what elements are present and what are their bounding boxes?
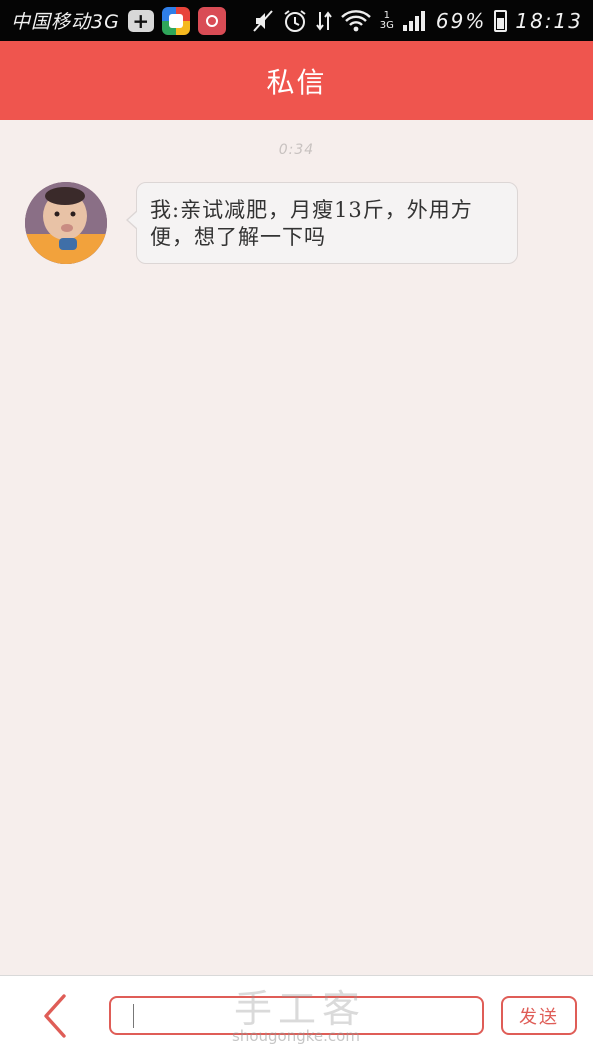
alarm-icon [282, 8, 308, 34]
app-icon [161, 6, 190, 35]
sim-label: 1 [383, 9, 391, 21]
send-button[interactable]: 发送 [501, 996, 577, 1035]
input-bar: 发送 手工客 shougongke.com [0, 975, 593, 1054]
status-bar: 中国移动3G + 1 3G 69% 18:13 [0, 0, 593, 41]
message-input[interactable] [109, 996, 484, 1035]
signal-icon [402, 9, 428, 33]
message-text: 我:亲试减肥，月瘦13斤，外用方便，想了解一下吗 [150, 198, 473, 249]
data-transfer-icon [315, 10, 332, 32]
message-timestamp: 0:34 [278, 142, 315, 158]
clock: 18:13 [515, 8, 583, 33]
battery-icon [494, 9, 508, 32]
status-bar-right: 1 3G 69% 18:13 [252, 8, 583, 34]
bubble-tail-inner [128, 211, 138, 229]
back-button[interactable] [32, 992, 76, 1040]
header: 私信 [0, 41, 593, 120]
wifi-icon [340, 9, 372, 33]
app-icon [197, 6, 226, 35]
carrier-label: 中国移动3G [11, 11, 120, 33]
plus-icon: + [127, 9, 154, 32]
avatar[interactable] [25, 182, 107, 264]
message-bubble[interactable]: 我:亲试减肥，月瘦13斤，外用方便，想了解一下吗 [136, 182, 518, 264]
baby-photo-avatar [25, 182, 107, 264]
mute-icon [252, 9, 274, 33]
battery-percent: 69% [435, 8, 487, 33]
chevron-left-icon [44, 994, 66, 1038]
chat-area[interactable]: 0:34 我:亲试减肥，月瘦13斤，外用方便，想了解一下吗 [0, 120, 593, 975]
status-bar-left: 中国移动3G + [11, 6, 226, 35]
text-caret [133, 1004, 134, 1028]
sim-network-label: 1 3G [379, 9, 394, 31]
page-title: 私信 [266, 65, 327, 99]
network-label: 3G [379, 19, 394, 31]
